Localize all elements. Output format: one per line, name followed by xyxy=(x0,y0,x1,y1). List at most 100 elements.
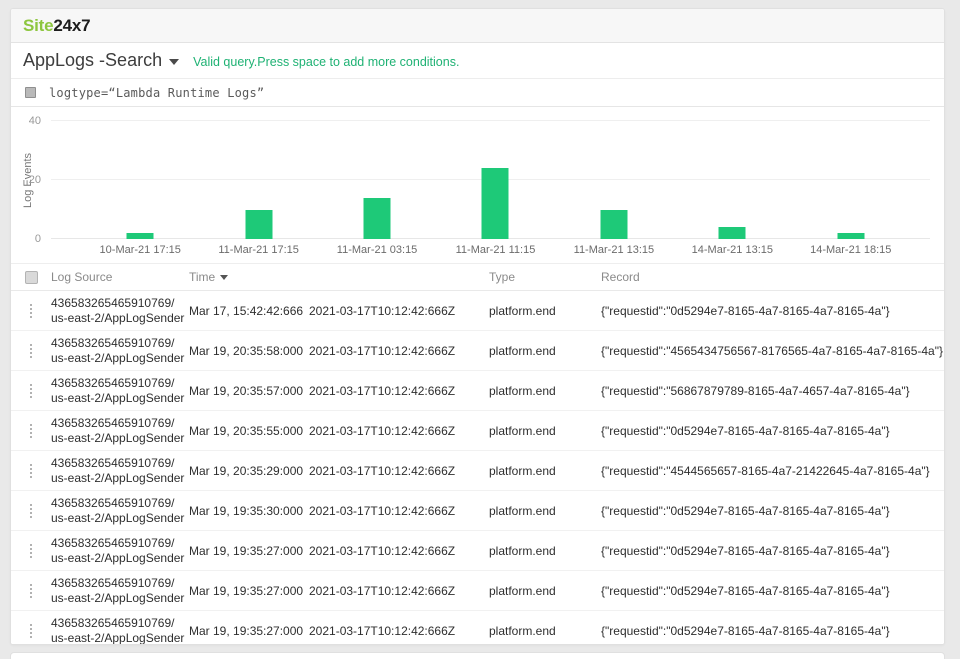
cell-time-iso: 2021-03-17T10:12:42:666Z xyxy=(309,344,489,358)
cell-type: platform.end xyxy=(489,424,601,438)
chart-bar-slot xyxy=(199,121,317,239)
cell-record: {"requestid":"4565434756567-8176565-4a7-… xyxy=(601,344,944,358)
chart-bar-slot xyxy=(436,121,554,239)
cell-time-iso: 2021-03-17T10:12:42:666Z xyxy=(309,504,489,518)
chart-bar[interactable] xyxy=(127,233,154,239)
chart-bar-slot xyxy=(792,121,910,239)
table-row[interactable]: 436583265465910769/ us-east-2/AppLogSend… xyxy=(11,371,944,411)
table-row[interactable]: 436583265465910769/ us-east-2/AppLogSend… xyxy=(11,531,944,571)
table-row[interactable]: 436583265465910769/ us-east-2/AppLogSend… xyxy=(11,491,944,531)
chevron-down-icon[interactable] xyxy=(169,59,179,65)
chart-bar[interactable] xyxy=(719,227,746,239)
row-menu-icon[interactable] xyxy=(26,420,36,442)
select-all-checkbox-icon[interactable] xyxy=(25,271,38,284)
cell-log-source: 436583265465910769/ us-east-2/AppLogSend… xyxy=(51,536,189,566)
column-header-log-source[interactable]: Log Source xyxy=(51,270,189,284)
cell-log-source: 436583265465910769/ us-east-2/AppLogSend… xyxy=(51,576,189,606)
cell-time: Mar 19, 20:35:58:000 xyxy=(189,344,309,358)
chart-x-tick-label: 14-Mar-21 13:15 xyxy=(673,244,791,256)
table-row[interactable]: 436583265465910769/ us-east-2/AppLogSend… xyxy=(11,331,944,371)
logo-text-dark: 24x7 xyxy=(53,16,90,35)
column-header-type[interactable]: Type xyxy=(489,270,601,284)
cell-log-source: 436583265465910769/ us-east-2/AppLogSend… xyxy=(51,456,189,486)
cell-log-source: 436583265465910769/ us-east-2/AppLogSend… xyxy=(51,616,189,646)
cell-log-source: 436583265465910769/ us-east-2/AppLogSend… xyxy=(51,296,189,326)
query-bar: logtype=“Lambda Runtime Logs” xyxy=(11,79,944,107)
chart-bar[interactable] xyxy=(600,210,627,240)
site24x7-logo[interactable]: Site24x7 xyxy=(23,16,90,36)
cell-log-source: 436583265465910769/ us-east-2/AppLogSend… xyxy=(51,376,189,406)
cell-type: platform.end xyxy=(489,464,601,478)
column-header-time[interactable]: Time xyxy=(189,270,309,284)
cell-log-source: 436583265465910769/ us-east-2/AppLogSend… xyxy=(51,416,189,446)
chart-area: 02040 xyxy=(45,121,930,239)
column-header-record[interactable]: Record xyxy=(601,270,944,284)
cell-type: platform.end xyxy=(489,544,601,558)
chart-bar[interactable] xyxy=(245,210,272,240)
next-panel-edge xyxy=(10,652,945,659)
cell-time: Mar 19, 20:35:29:000 xyxy=(189,464,309,478)
chart-bar[interactable] xyxy=(482,168,509,239)
row-menu-icon[interactable] xyxy=(26,540,36,562)
chart-x-tick-label: 11-Mar-21 13:15 xyxy=(555,244,673,256)
select-all-cell[interactable] xyxy=(11,271,51,284)
chart-y-tick-label: 20 xyxy=(29,174,41,186)
log-table-header: Log Source Time Type Record xyxy=(11,263,944,291)
cell-time-iso: 2021-03-17T10:12:42:666Z xyxy=(309,424,489,438)
row-menu-icon[interactable] xyxy=(26,500,36,522)
row-menu-icon[interactable] xyxy=(26,300,36,322)
chart-x-tick-label: 11-Mar-21 11:15 xyxy=(436,244,554,256)
cell-time: Mar 19, 19:35:30:000 xyxy=(189,504,309,518)
cell-type: platform.end xyxy=(489,344,601,358)
cell-time-iso: 2021-03-17T10:12:42:666Z xyxy=(309,464,489,478)
table-row[interactable]: 436583265465910769/ us-east-2/AppLogSend… xyxy=(11,411,944,451)
row-menu-icon[interactable] xyxy=(26,460,36,482)
top-bar: Site24x7 xyxy=(11,9,944,43)
table-row[interactable]: 436583265465910769/ us-east-2/AppLogSend… xyxy=(11,611,944,645)
cell-log-source: 436583265465910769/ us-east-2/AppLogSend… xyxy=(51,336,189,366)
log-table-body: 436583265465910769/ us-east-2/AppLogSend… xyxy=(11,291,944,645)
cell-time: Mar 19, 19:35:27:000 xyxy=(189,584,309,598)
table-row[interactable]: 436583265465910769/ us-east-2/AppLogSend… xyxy=(11,451,944,491)
chart-main: 02040 10-Mar-21 17:1511-Mar-21 17:1511-M… xyxy=(45,121,944,263)
cell-record: {"requestid":"0d5294e7-8165-4a7-8165-4a7… xyxy=(601,504,944,518)
chart-x-tick-label: 10-Mar-21 17:15 xyxy=(81,244,199,256)
cell-record: {"requestid":"0d5294e7-8165-4a7-8165-4a7… xyxy=(601,424,944,438)
cell-type: platform.end xyxy=(489,504,601,518)
chart-bar[interactable] xyxy=(364,198,391,239)
page-title[interactable]: AppLogs -Search xyxy=(23,50,162,71)
cell-time: Mar 19, 19:35:27:000 xyxy=(189,544,309,558)
cell-time-iso: 2021-03-17T10:12:42:666Z xyxy=(309,544,489,558)
chart-bar[interactable] xyxy=(837,233,864,239)
cell-time: Mar 17, 15:42:42:666 xyxy=(189,304,309,318)
cell-time: Mar 19, 19:35:27:000 xyxy=(189,624,309,638)
row-menu-icon[interactable] xyxy=(26,620,36,642)
table-row[interactable]: 436583265465910769/ us-east-2/AppLogSend… xyxy=(11,571,944,611)
chart-y-axis: 02040 xyxy=(19,121,41,239)
cell-record: {"requestid":"0d5294e7-8165-4a7-8165-4a7… xyxy=(601,544,944,558)
row-menu-icon[interactable] xyxy=(26,580,36,602)
row-menu-icon[interactable] xyxy=(26,380,36,402)
chart-bar-slot xyxy=(318,121,436,239)
chart-bar-slot xyxy=(81,121,199,239)
logo-text-green: Site xyxy=(23,16,53,35)
chart-x-axis: 10-Mar-21 17:1511-Mar-21 17:1511-Mar-21 … xyxy=(81,244,910,256)
cell-time: Mar 19, 20:35:55:000 xyxy=(189,424,309,438)
query-status-message: Valid query.Press space to add more cond… xyxy=(193,55,459,69)
log-events-chart: Log Events 02040 10-Mar-21 17:1511-Mar-2… xyxy=(11,107,944,263)
cell-record: {"requestid":"0d5294e7-8165-4a7-8165-4a7… xyxy=(601,624,944,638)
cell-record: {"requestid":"4544565657-8165-4a7-214226… xyxy=(601,464,944,478)
chart-bars xyxy=(81,121,910,239)
cell-time-iso: 2021-03-17T10:12:42:666Z xyxy=(309,384,489,398)
chart-bar-slot xyxy=(673,121,791,239)
search-query-input[interactable]: logtype=“Lambda Runtime Logs” xyxy=(49,86,264,100)
cell-time-iso: 2021-03-17T10:12:42:666Z xyxy=(309,304,489,318)
cell-type: platform.end xyxy=(489,584,601,598)
table-row[interactable]: 436583265465910769/ us-east-2/AppLogSend… xyxy=(11,291,944,331)
page: Site24x7 AppLogs -Search Valid query.Pre… xyxy=(0,0,960,659)
row-menu-icon[interactable] xyxy=(26,340,36,362)
cell-type: platform.end xyxy=(489,304,601,318)
chart-bar-slot xyxy=(555,121,673,239)
chart-x-tick-label: 11-Mar-21 03:15 xyxy=(318,244,436,256)
query-save-icon[interactable] xyxy=(25,87,36,98)
